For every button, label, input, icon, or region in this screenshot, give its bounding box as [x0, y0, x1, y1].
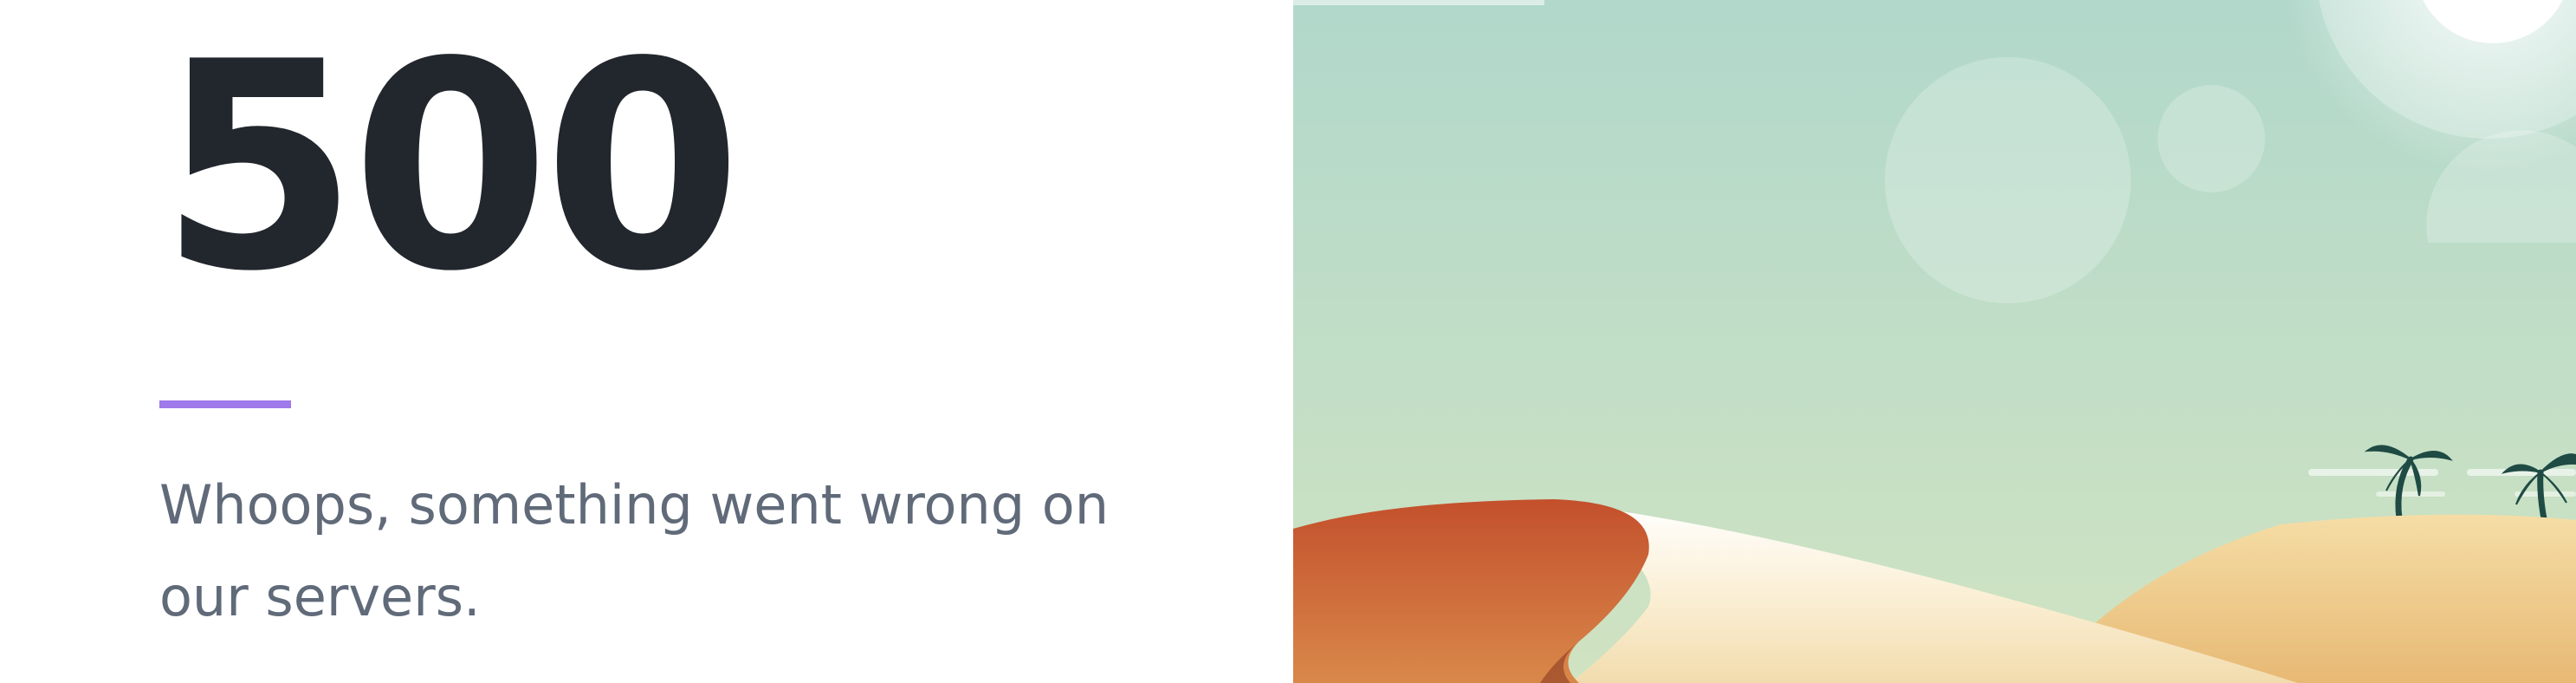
error-content: 500 Whoops, something went wrong on our …	[0, 0, 1293, 683]
cloud-streak	[1293, 0, 1544, 5]
bubble-small	[2158, 85, 2265, 192]
error-message: Whoops, something went wrong on our serv…	[159, 473, 1110, 628]
desert-illustration-svg	[1293, 0, 2576, 683]
error-code: 500	[159, 1, 742, 334]
bubble-large	[1885, 57, 2131, 303]
desert-illustration	[1293, 0, 2576, 683]
haze-line	[2376, 491, 2445, 497]
accent-divider	[159, 400, 291, 408]
